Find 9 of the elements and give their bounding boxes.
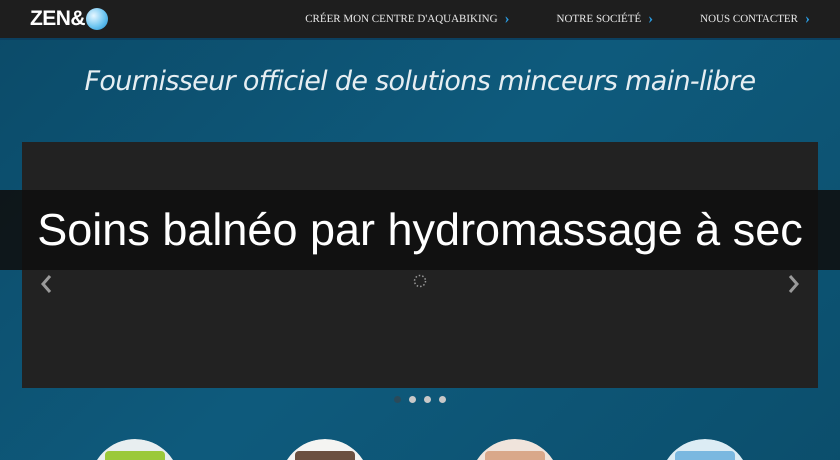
loading-spinner-icon bbox=[413, 274, 427, 288]
tagline: Fournisseur officiel de solutions minceurs main-libre bbox=[84, 64, 756, 99]
nav-link[interactable]: CRÉER MON CENTRE D'AQUABIKING › bbox=[305, 10, 510, 28]
nav-link[interactable]: NOUS CONTACTER › bbox=[700, 10, 810, 28]
banner-title: Soins balnéo par hydromassage à sec bbox=[37, 203, 803, 258]
nav-link[interactable]: NOTRE SOCIÉTÉ › bbox=[556, 10, 654, 28]
chevron-left-icon[interactable] bbox=[40, 274, 52, 294]
logo-text[interactable]: ZEN& bbox=[30, 3, 86, 35]
chevron-right-icon[interactable] bbox=[788, 274, 800, 294]
